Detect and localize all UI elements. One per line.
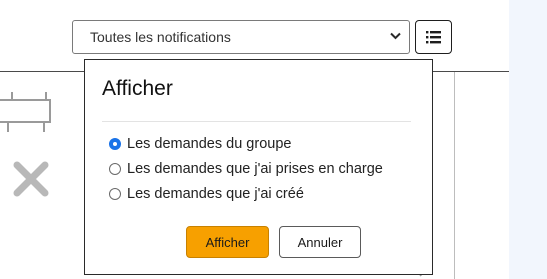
popover-divider	[102, 121, 411, 122]
list-icon	[426, 31, 441, 44]
notification-filter-select[interactable]: Toutes les notifications	[72, 20, 410, 54]
right-pane	[509, 0, 547, 279]
popover-title: Afficher	[102, 77, 173, 100]
option-label: Les demandes que j'ai créé	[127, 186, 304, 202]
chevron-down-icon	[390, 32, 401, 40]
device-icon	[0, 92, 51, 132]
option-group-requests[interactable]: Les demandes du groupe	[109, 134, 291, 154]
radio-group-requests[interactable]	[109, 138, 121, 150]
option-created-requests[interactable]: Les demandes que j'ai créé	[109, 184, 304, 204]
notification-filter-value: Toutes les notifications	[90, 29, 231, 45]
afficher-button[interactable]: Afficher	[186, 226, 269, 258]
option-label: Les demandes que j'ai prises en charge	[127, 161, 383, 177]
background-panel-edge	[454, 72, 455, 279]
display-options-popover: Afficher Les demandes du groupe Les dema…	[84, 59, 433, 275]
annuler-button[interactable]: Annuler	[279, 226, 361, 258]
display-options-button[interactable]	[415, 20, 452, 54]
option-handled-requests[interactable]: Les demandes que j'ai prises en charge	[109, 159, 383, 179]
radio-handled-requests[interactable]	[109, 163, 121, 175]
radio-created-requests[interactable]	[109, 188, 121, 200]
close-icon	[13, 161, 49, 197]
option-label: Les demandes du groupe	[127, 136, 292, 152]
